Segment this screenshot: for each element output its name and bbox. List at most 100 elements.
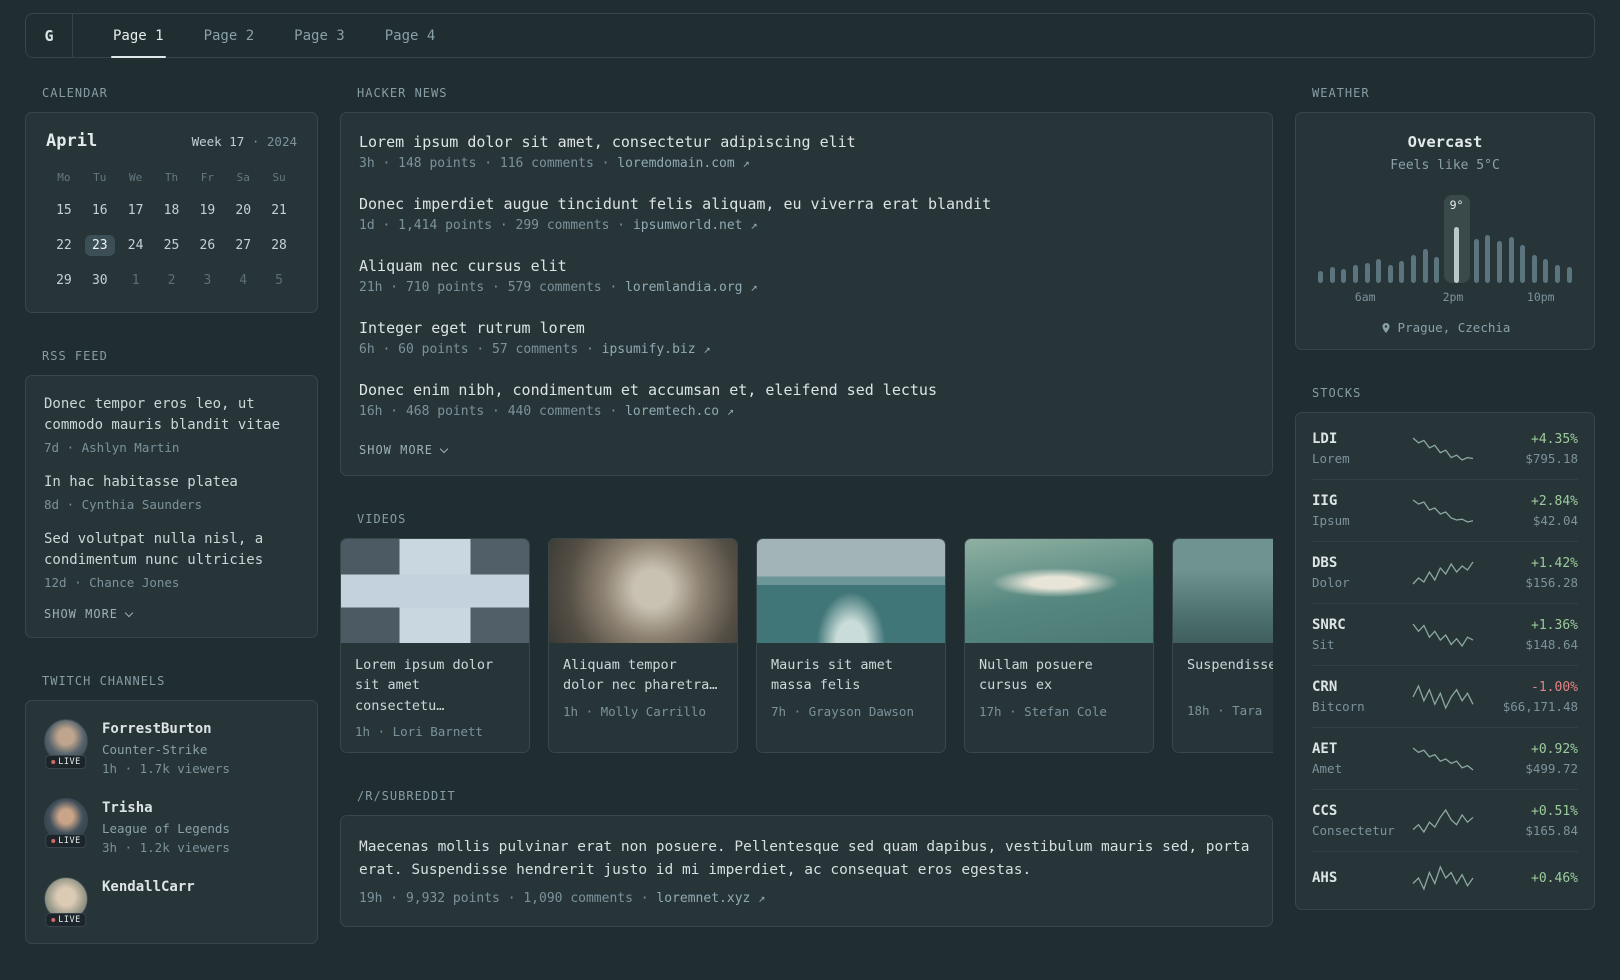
video-meta: 7h · Grayson Dawson bbox=[771, 703, 914, 719]
weather-bar bbox=[1432, 195, 1442, 283]
stock-ticker: DBS bbox=[1312, 555, 1338, 571]
calendar-month: April bbox=[46, 131, 98, 151]
stock-change: +4.35% bbox=[1531, 431, 1578, 447]
video-title[interactable]: Aliquam tempor dolor nec pharetra… bbox=[563, 655, 723, 696]
twitch-channel-name[interactable]: ForrestBurton bbox=[102, 719, 230, 737]
subreddit-widget-label: /R/SUBREDDIT bbox=[357, 788, 456, 803]
calendar-days-grid: 15 16 17 18 19 20 21 22 23 24 25 26 27 28 29 30 1 2 3 4 5 bbox=[46, 198, 297, 292]
calendar-day: 25 bbox=[163, 237, 180, 253]
stock-price: $165.84 bbox=[1525, 822, 1578, 838]
live-badge: LIVE bbox=[45, 834, 87, 848]
stock-row[interactable]: CRN Bitcorn -1.00% $66,171.48 bbox=[1312, 665, 1578, 727]
subreddit-post-text[interactable]: Maecenas mollis pulvinar erat non posuer… bbox=[359, 836, 1254, 882]
hackernews-item-title[interactable]: Donec imperdiet augue tincidunt felis al… bbox=[359, 195, 1254, 213]
twitch-category[interactable]: League of Legends bbox=[102, 821, 230, 836]
twitch-channel-name[interactable]: Trisha bbox=[102, 798, 230, 816]
calendar-day: 21 bbox=[271, 202, 287, 218]
rss-item: Donec tempor eros leo, ut commodo mauris… bbox=[44, 394, 299, 455]
show-more-label: SHOW MORE bbox=[44, 607, 119, 621]
video-meta: 1h · Molly Carrillo bbox=[563, 703, 706, 719]
hackernews-item-domain-link[interactable]: ipsumworld.net ↗ bbox=[633, 218, 758, 233]
live-dot-icon bbox=[51, 918, 56, 922]
calendar-widget: CALENDAR April Week 17 · 2024 Mo Tu We Th Fr… bbox=[25, 86, 318, 313]
stock-row[interactable]: IIG Ipsum +2.84% $42.04 bbox=[1312, 479, 1578, 541]
video-title[interactable]: Mauris sit amet massa felis bbox=[771, 655, 931, 696]
tab-page-4[interactable]: Page 4 bbox=[365, 14, 456, 57]
stocks-widget: STOCKS LDI Lorem +4.35% $795.18 IIG Ipsum +2.8… bbox=[1295, 386, 1595, 910]
calendar-day: 29 bbox=[56, 272, 72, 288]
live-badge: LIVE bbox=[45, 755, 87, 769]
video-thumbnail[interactable] bbox=[549, 539, 737, 643]
hackernews-item-title[interactable]: Donec enim nibh, condimentum et accumsan… bbox=[359, 381, 1254, 399]
calendar-day: 5 bbox=[275, 272, 283, 288]
video-title[interactable]: Lorem ipsum dolor sit amet consectetu… bbox=[355, 655, 515, 716]
weather-bar bbox=[1483, 195, 1493, 283]
calendar-day: 4 bbox=[239, 272, 248, 288]
video-title[interactable]: Suspendisse diam bbox=[1187, 655, 1273, 695]
rss-item-title[interactable]: In hac habitasse platea bbox=[44, 472, 299, 493]
hackernews-item: Integer eget rutrum lorem 6h · 60 points … bbox=[359, 319, 1254, 357]
hackernews-item-title[interactable]: Lorem ipsum dolor sit amet, consectetur … bbox=[359, 133, 1254, 151]
page-tabs: Page 1 Page 2 Page 3 Page 4 bbox=[93, 14, 456, 58]
stock-change: +0.92% bbox=[1531, 741, 1578, 757]
hackernews-item-domain-link[interactable]: ipsumify.biz ↗ bbox=[602, 342, 711, 357]
hackernews-item: Lorem ipsum dolor sit amet, consectetur … bbox=[359, 133, 1254, 171]
calendar-year-label: 2024 bbox=[266, 134, 297, 149]
stock-sparkline bbox=[1400, 498, 1486, 524]
weather-card: Overcast Feels like 5°C 9° 6am 2pm 10pm Pr… bbox=[1295, 112, 1595, 350]
tab-page-3[interactable]: Page 3 bbox=[274, 14, 365, 57]
video-card[interactable]: Mauris sit amet massa felis 7h · Grayson … bbox=[756, 538, 946, 753]
stock-sparkline bbox=[1400, 865, 1486, 891]
twitch-channel-name[interactable]: KendallCarr bbox=[102, 877, 195, 895]
hackernews-item-info: 16h · 468 points · 440 comments · bbox=[359, 404, 626, 419]
tab-page-2[interactable]: Page 2 bbox=[184, 14, 275, 57]
subreddit-post-card: Maecenas mollis pulvinar erat non posuer… bbox=[340, 814, 1273, 928]
hackernews-item-domain-link[interactable]: loremdomain.com ↗ bbox=[617, 156, 749, 171]
rss-show-more-button[interactable]: SHOW MORE bbox=[44, 607, 299, 621]
stock-row[interactable]: DBS Dolor +1.42% $156.28 bbox=[1312, 541, 1578, 603]
hackernews-item: Donec imperdiet augue tincidunt felis al… bbox=[359, 195, 1254, 233]
hackernews-item-domain: loremtech.co bbox=[625, 404, 727, 419]
hackernews-item-domain-link[interactable]: loremtech.co ↗ bbox=[625, 404, 734, 419]
stock-row[interactable]: AET Amet +0.92% $499.72 bbox=[1312, 727, 1578, 789]
video-card[interactable]: Nullam posuere cursus ex 17h · Stefan Col… bbox=[964, 538, 1154, 753]
calendar-weekday: Fr bbox=[200, 171, 214, 184]
stock-row[interactable]: AHS +0.46% bbox=[1312, 851, 1578, 904]
hackernews-item-title[interactable]: Integer eget rutrum lorem bbox=[359, 319, 1254, 337]
video-card[interactable]: Suspendisse diam 18h · Tara bbox=[1172, 538, 1273, 753]
rss-item-title[interactable]: Donec tempor eros leo, ut commodo mauris… bbox=[44, 394, 299, 436]
right-column: WEATHER Overcast Feels like 5°C 9° 6am 2p… bbox=[1295, 86, 1595, 980]
calendar-weekday: Sa bbox=[236, 171, 250, 184]
tab-page-1[interactable]: Page 1 bbox=[93, 14, 184, 58]
external-link-icon: ↗ bbox=[726, 404, 735, 418]
stock-sparkline bbox=[1400, 683, 1486, 710]
weather-bar bbox=[1506, 195, 1516, 283]
video-title[interactable]: Nullam posuere cursus ex bbox=[979, 655, 1139, 696]
hackernews-item-title[interactable]: Aliquam nec cursus elit bbox=[359, 257, 1254, 275]
stock-row[interactable]: LDI Lorem +4.35% $795.18 bbox=[1312, 418, 1578, 479]
calendar-day: 27 bbox=[235, 237, 252, 253]
stock-ticker: CCS bbox=[1312, 803, 1338, 819]
stock-row[interactable]: CCS Consectetur +0.51% $165.84 bbox=[1312, 789, 1578, 851]
calendar-day: 30 bbox=[91, 272, 108, 288]
video-card[interactable]: Aliquam tempor dolor nec pharetra… 1h · M… bbox=[548, 538, 738, 753]
dashboard: CALENDAR April Week 17 · 2024 Mo Tu We Th Fr… bbox=[0, 58, 1620, 980]
stock-name: Sit bbox=[1312, 637, 1335, 652]
video-card[interactable]: Lorem ipsum dolor sit amet consectetu… 1h… bbox=[340, 538, 530, 753]
video-thumbnail[interactable] bbox=[341, 539, 529, 643]
hacker-news-show-more-button[interactable]: SHOW MORE bbox=[359, 443, 1254, 457]
video-thumbnail[interactable] bbox=[757, 539, 945, 643]
subreddit-post-domain-link[interactable]: loremnet.xyz ↗ bbox=[656, 891, 765, 906]
live-dot-icon bbox=[51, 839, 56, 843]
app-logo[interactable]: G bbox=[26, 14, 73, 57]
stock-ticker: CRN bbox=[1312, 679, 1338, 695]
hackernews-item-domain-link[interactable]: loremlandia.org ↗ bbox=[625, 280, 757, 295]
twitch-category[interactable]: Counter-Strike bbox=[102, 742, 230, 757]
video-thumbnail[interactable] bbox=[965, 539, 1153, 643]
rss-item-title[interactable]: Sed volutpat nulla nisl, a condimentum n… bbox=[44, 529, 299, 571]
stock-row[interactable]: SNRC Sit +1.36% $148.64 bbox=[1312, 603, 1578, 665]
weather-bar bbox=[1386, 195, 1396, 283]
live-badge-label: LIVE bbox=[58, 915, 81, 925]
rss-item: In hac habitasse platea 8d · Cynthia Saun… bbox=[44, 472, 299, 512]
video-thumbnail[interactable] bbox=[1173, 539, 1273, 643]
